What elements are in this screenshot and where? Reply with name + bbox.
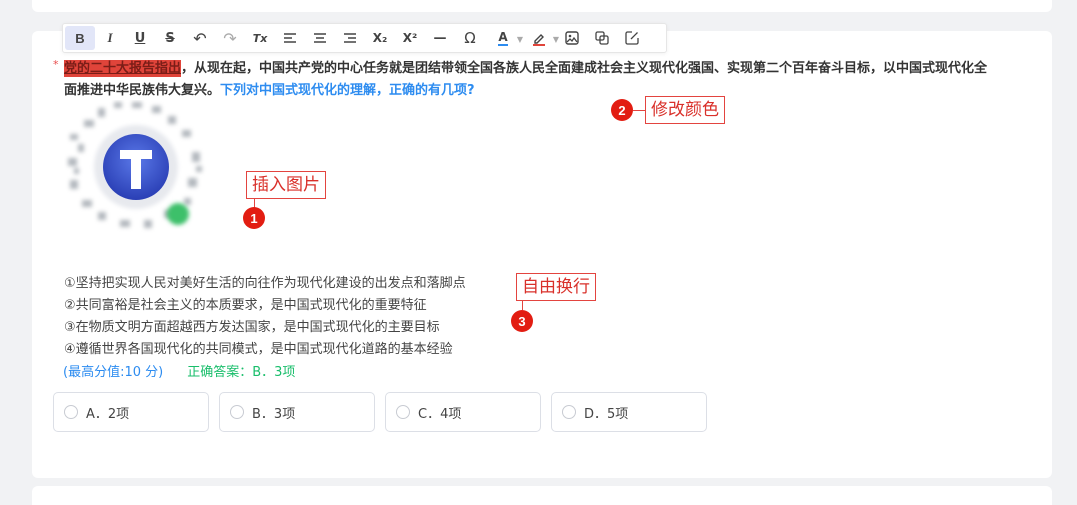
redo-button[interactable]: ↷ — [215, 26, 245, 50]
option-label: C．4项 — [418, 406, 462, 422]
option-label: A．2项 — [86, 406, 130, 422]
option-label: B．3项 — [252, 406, 296, 422]
font-color-button[interactable]: A ▼ — [485, 26, 523, 50]
underline-icon: U — [134, 30, 146, 46]
edit-button[interactable] — [617, 26, 647, 50]
statement-list: ①坚持把实现人民对美好生活的向往作为现代化建设的出发点和落脚点 ②共同富裕是社会… — [64, 273, 466, 361]
horizontal-rule-button[interactable]: — — [425, 26, 455, 50]
align-center-icon — [314, 33, 326, 43]
option-d[interactable]: D．5项 — [551, 392, 707, 432]
inserted-qr-image[interactable] — [64, 100, 209, 235]
option-c[interactable]: C．4项 — [385, 392, 541, 432]
statement-item: ②共同富裕是社会主义的本质要求，是中国式现代化的重要特征 — [64, 298, 427, 313]
edit-icon — [625, 31, 639, 45]
bold-icon: B — [75, 30, 85, 46]
question-main-text: ，从现在起，中国共产党的中心任务就是团结带领全国各族人民全面建成社会主义现代化强… — [64, 61, 988, 98]
underline-button[interactable]: U — [125, 26, 155, 50]
align-right-button[interactable] — [335, 26, 365, 50]
annotation-change-color-label: 修改颜色 — [645, 96, 725, 124]
omega-icon: Ω — [464, 29, 476, 47]
annotation-free-wrap-label: 自由换行 — [516, 273, 596, 301]
annotation-insert-image-label: 插入图片 — [246, 171, 326, 199]
annotation-connector — [522, 300, 523, 310]
special-char-button[interactable]: Ω — [455, 26, 485, 50]
italic-icon: I — [107, 30, 113, 45]
annotation-connector — [633, 110, 645, 111]
question-text[interactable]: 党的二十大报告指出，从现在起，中国共产党的中心任务就是团结带领全国各族人民全面建… — [64, 58, 994, 102]
superscript-button[interactable]: X² — [395, 26, 425, 50]
radio-icon — [230, 405, 244, 419]
italic-button[interactable]: I — [95, 26, 125, 50]
previous-question-card — [32, 0, 1052, 12]
annotation-badge-2: 2 — [611, 99, 633, 121]
copy-button[interactable] — [587, 26, 617, 50]
required-marker: * — [53, 58, 59, 71]
annotation-badge-3: 3 — [511, 310, 533, 332]
redo-icon: ↷ — [223, 28, 237, 48]
option-a[interactable]: A．2项 — [53, 392, 209, 432]
question-meta: (最高分值:10 分) 正确答案：B．3项 — [63, 363, 295, 383]
highlight-color-button[interactable]: ▼ — [521, 26, 559, 50]
rich-text-toolbar: B I U S ↶ ↷ Tx X₂ X² — Ω A ▼ ▼ — [62, 23, 667, 53]
option-label: D．5项 — [584, 406, 629, 422]
align-left-button[interactable] — [275, 26, 305, 50]
clear-format-icon: Tx — [252, 31, 268, 45]
align-left-icon — [284, 33, 296, 43]
undo-button[interactable]: ↶ — [185, 26, 215, 50]
horizontal-rule-icon: — — [433, 30, 447, 46]
max-score-label: (最高分值:10 分) — [63, 365, 164, 380]
annotation-badge-1: 1 — [243, 207, 265, 229]
option-b[interactable]: B．3项 — [219, 392, 375, 432]
radio-icon — [562, 405, 576, 419]
strikethrough-button[interactable]: S — [155, 26, 185, 50]
copy-icon — [595, 31, 609, 45]
radio-icon — [396, 405, 410, 419]
subscript-icon: X₂ — [372, 31, 388, 45]
next-question-card — [32, 486, 1052, 505]
subscript-button[interactable]: X₂ — [365, 26, 395, 50]
image-icon — [565, 31, 579, 45]
strikethrough-icon: S — [165, 30, 175, 46]
statement-item: ①坚持把实现人民对美好生活的向往作为现代化建设的出发点和落脚点 — [64, 276, 466, 291]
undo-icon: ↶ — [193, 28, 207, 48]
statement-item: ④遵循世界各国现代化的共同模式，是中国式现代化道路的基本经验 — [64, 342, 453, 357]
pen-icon — [533, 34, 545, 46]
radio-icon — [64, 405, 78, 419]
superscript-icon: X² — [402, 31, 418, 45]
clear-format-button[interactable]: Tx — [245, 26, 275, 50]
font-color-icon: A — [498, 29, 508, 46]
question-colored-text: 下列对中国式现代化的理解，正确的有几项? — [220, 83, 475, 98]
highlighted-text: 党的二十大报告指出 — [64, 60, 182, 77]
correct-answer-label: 正确答案：B．3项 — [187, 365, 296, 380]
align-right-icon — [344, 33, 356, 43]
statement-item: ③在物质文明方面超越西方发达国家，是中国式现代化的主要目标 — [64, 320, 440, 335]
bold-button[interactable]: B — [65, 26, 95, 50]
align-center-button[interactable] — [305, 26, 335, 50]
insert-image-button[interactable] — [557, 26, 587, 50]
answer-options: A．2项 B．3项 C．4项 D．5项 — [53, 392, 717, 432]
